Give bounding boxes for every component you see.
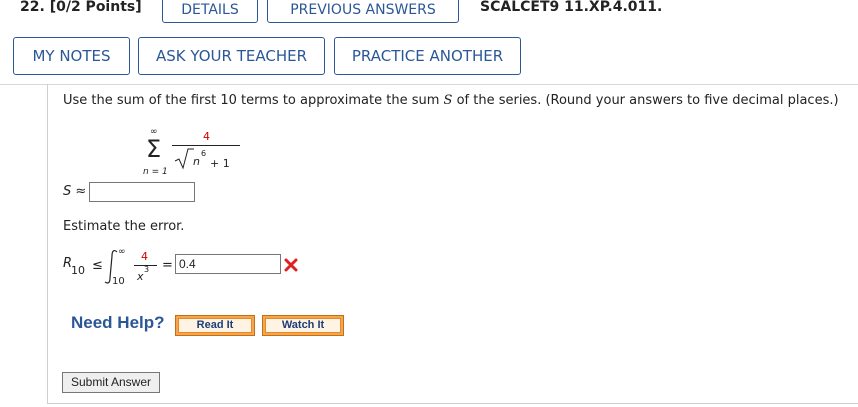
error-answer-input[interactable] — [175, 254, 281, 274]
sum-label: S ≈ — [63, 184, 87, 199]
series-fraction-bar — [172, 145, 240, 146]
integral-upper-limit: ∞ — [118, 247, 126, 257]
equals-symbol: = — [162, 258, 173, 273]
points-label: [0/2 Points] — [49, 0, 142, 15]
series-radicand: n — [193, 155, 200, 168]
integrand-exponent: 3 — [144, 265, 150, 274]
leq-symbol: ≤ — [92, 258, 103, 273]
question-number-and-points: 22. [0/2 Points] — [20, 0, 142, 15]
question-code: SCALCET9 11.XP.4.011. — [480, 0, 663, 15]
series-lower-limit: n = 1 — [143, 167, 168, 177]
series-plus-one: + 1 — [210, 157, 230, 170]
question-header: 22. [0/2 Points] DETAILS PREVIOUS ANSWER… — [0, 0, 858, 28]
read-it-button[interactable]: Read It — [175, 315, 255, 336]
integrand-numerator: 4 — [141, 250, 148, 263]
radical-icon — [174, 148, 194, 170]
estimate-error-label: Estimate the error. — [63, 219, 185, 234]
remainder-subscript: 10 — [71, 264, 85, 277]
instruction-text: Use the sum of the first 10 terms to app… — [63, 93, 839, 108]
previous-answers-button[interactable]: PREVIOUS ANSWERS — [267, 0, 459, 23]
my-notes-button[interactable]: MY NOTES — [13, 37, 130, 75]
summation-icon: Σ — [146, 135, 162, 163]
incorrect-x-icon — [284, 257, 298, 272]
series-numerator: 4 — [203, 130, 210, 143]
watch-it-button[interactable]: Watch It — [262, 315, 344, 336]
ask-your-teacher-button[interactable]: ASK YOUR TEACHER — [138, 37, 325, 75]
practice-another-button[interactable]: PRACTICE ANOTHER — [334, 37, 521, 75]
series-exponent: 6 — [201, 149, 207, 158]
submit-answer-button[interactable]: Submit Answer — [62, 372, 160, 393]
integral-lower-limit: 10 — [112, 276, 125, 287]
read-it-label: Read It — [178, 318, 252, 333]
question-number: 22. — [20, 0, 45, 15]
details-button[interactable]: DETAILS — [162, 0, 258, 23]
watch-it-label: Watch It — [265, 318, 341, 333]
integrand-variable: x — [137, 270, 144, 283]
sum-answer-input[interactable] — [89, 182, 195, 202]
need-help-label: Need Help? — [71, 313, 165, 332]
question-panel — [47, 84, 858, 404]
